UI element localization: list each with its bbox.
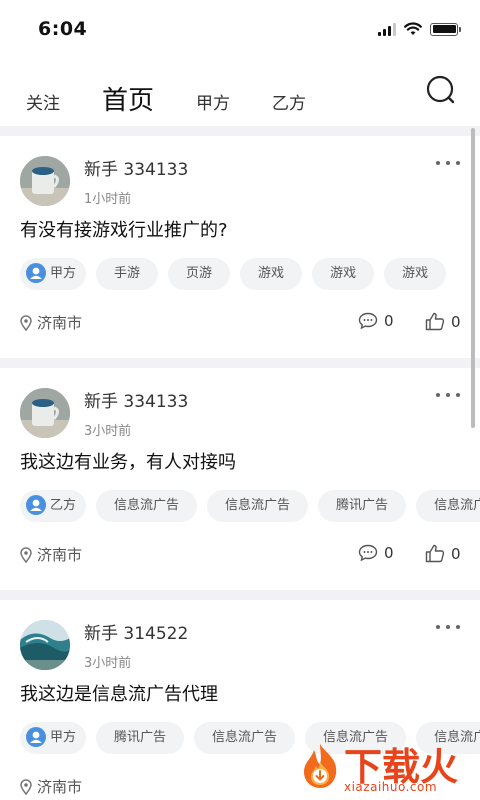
more-icon[interactable]	[436, 622, 460, 632]
role-label: 甲方	[50, 266, 77, 281]
comment-icon	[358, 312, 378, 330]
post-card[interactable]: 新手 334133 3小时前 我这边有业务，有人对接吗 乙方 信息流广告 信息流广…	[0, 368, 480, 590]
tag[interactable]: 手游	[96, 258, 159, 290]
tag-list: 甲方 手游 页游 游戏 游戏 游戏	[20, 258, 480, 292]
status-bar: 6:04	[0, 0, 480, 60]
like-button[interactable]: 0	[425, 312, 461, 331]
post-card[interactable]: 新手 334133 1小时前 有没有接游戏行业推广的? 甲方 手游 页游 游戏 游戏游…	[0, 136, 480, 358]
tag[interactable]: 页游	[168, 258, 231, 290]
like-count: 0	[451, 544, 461, 563]
user-icon	[26, 494, 46, 515]
comment-button[interactable]: 0	[358, 544, 394, 562]
role-label: 乙方	[50, 498, 77, 513]
tag[interactable]: 游戏	[312, 258, 375, 290]
post-time: 1小时前	[84, 192, 132, 207]
tag[interactable]: 腾讯广告	[96, 722, 185, 754]
user-icon	[26, 726, 46, 747]
divider	[0, 126, 480, 136]
post-time: 3小时前	[84, 424, 132, 439]
post-title[interactable]: 我这边有业务，有人对接吗	[20, 448, 236, 474]
user-icon	[26, 262, 46, 283]
comment-count: 0	[384, 312, 394, 330]
username[interactable]: 新手 334133	[84, 155, 188, 180]
post-time: 3小时前	[84, 656, 132, 671]
post-feed: 新手 334133 1小时前 有没有接游戏行业推广的? 甲方 手游 页游 游戏 游戏游…	[0, 126, 480, 800]
tab-party-a[interactable]: 甲方	[196, 89, 230, 114]
status-icons	[378, 22, 461, 36]
tag[interactable]: 信息流广告	[416, 490, 480, 522]
flame-logo-icon	[304, 744, 337, 788]
location: 济南市	[20, 312, 82, 333]
tag[interactable]: 信息流广告	[194, 722, 296, 754]
post-title[interactable]: 我这边是信息流广告代理	[20, 680, 218, 706]
wifi-icon	[404, 22, 422, 35]
divider	[0, 590, 480, 600]
role-tag[interactable]: 乙方	[20, 490, 87, 522]
like-icon	[425, 312, 445, 331]
scrollbar[interactable]	[471, 128, 475, 428]
location-icon	[20, 778, 32, 795]
tag[interactable]: 腾讯广告	[318, 490, 407, 522]
location: 济南市	[20, 544, 82, 565]
top-tabs: 关注 首页 甲方 乙方	[0, 70, 480, 126]
avatar[interactable]	[20, 156, 70, 206]
location-icon	[20, 314, 32, 331]
comment-button[interactable]: 0	[358, 312, 394, 330]
role-tag[interactable]: 甲方	[20, 258, 87, 290]
tag[interactable]: 游戏	[384, 258, 447, 290]
tab-party-b[interactable]: 乙方	[272, 89, 306, 114]
more-icon[interactable]	[436, 158, 460, 168]
role-label: 甲方	[50, 730, 77, 745]
avatar[interactable]	[20, 388, 70, 438]
comment-icon	[358, 544, 378, 562]
status-time: 6:04	[38, 18, 88, 40]
tag[interactable]: 游戏	[240, 258, 303, 290]
role-tag[interactable]: 甲方	[20, 722, 87, 754]
like-count: 0	[451, 312, 461, 331]
battery-icon	[430, 22, 461, 36]
watermark: 下载火 xiazaihuo.com	[284, 736, 480, 800]
location-label: 济南市	[37, 778, 83, 796]
post-title[interactable]: 有没有接游戏行业推广的?	[20, 216, 228, 242]
tab-follow[interactable]: 关注	[26, 89, 60, 114]
like-button[interactable]: 0	[425, 544, 461, 563]
username[interactable]: 新手 314522	[84, 619, 188, 644]
watermark-domain: xiazaihuo.com	[344, 780, 438, 794]
tag-list: 乙方 信息流广告信息流广告腾讯广告信息流广告	[20, 490, 480, 524]
more-icon[interactable]	[436, 390, 460, 400]
location: 济南市	[20, 776, 82, 797]
location-label: 济南市	[37, 314, 83, 332]
tag[interactable]: 信息流广告	[207, 490, 309, 522]
location-label: 济南市	[37, 546, 83, 564]
signal-icon	[378, 22, 396, 36]
username[interactable]: 新手 334133	[84, 387, 188, 412]
divider	[0, 358, 480, 368]
like-icon	[425, 544, 445, 563]
avatar[interactable]	[20, 620, 70, 670]
tab-home[interactable]: 首页	[102, 80, 154, 117]
search-icon[interactable]	[424, 74, 458, 108]
comment-count: 0	[384, 544, 394, 562]
tag[interactable]: 信息流广告	[96, 490, 198, 522]
location-icon	[20, 546, 32, 563]
